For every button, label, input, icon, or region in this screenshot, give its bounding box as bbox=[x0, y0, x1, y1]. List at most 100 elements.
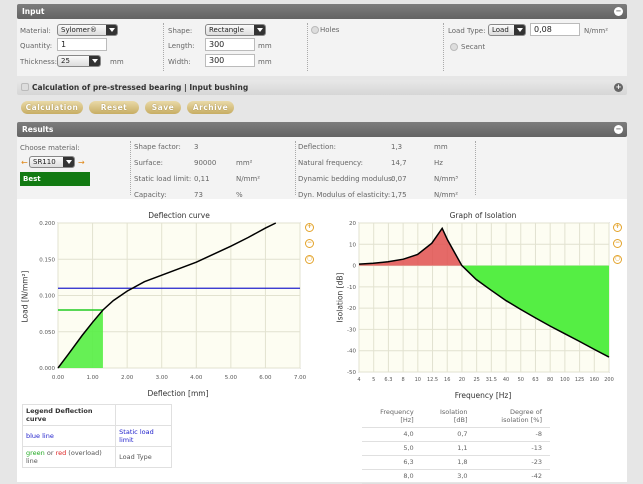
x-tick-label: 25 bbox=[473, 377, 479, 383]
deflection-xlabel: Deflection [mm] bbox=[147, 389, 209, 398]
table-cell: -23 bbox=[475, 455, 550, 470]
zoom-in-icon[interactable]: + bbox=[305, 223, 314, 232]
y-tick-label: 20 bbox=[349, 221, 356, 227]
input-panel: Material: Sylomer® Quantity: 1 Thickness… bbox=[17, 19, 627, 76]
table-cell: -8 bbox=[475, 427, 550, 442]
deflection-chart: 0.00 1.00 2.00 3.00 4.00 5.00 6.00 7.00 0.000 0.0… bbox=[39, 221, 307, 381]
zoom-out-icon[interactable]: − bbox=[613, 239, 622, 248]
thickness-select[interactable]: 25 bbox=[57, 55, 101, 67]
divider bbox=[163, 23, 164, 71]
y-tick-label: -50 bbox=[347, 370, 356, 376]
x-tick-label: 7.00 bbox=[294, 375, 307, 381]
reset-zoom-icon[interactable]: ○ bbox=[613, 255, 622, 264]
table-cell: 3,0 bbox=[421, 469, 476, 484]
table-cell: -42 bbox=[475, 469, 550, 484]
x-tick-label: 5.00 bbox=[225, 375, 238, 381]
calculation-button[interactable]: Calculation bbox=[21, 101, 83, 114]
legend-title: Legend Deflection curve bbox=[21, 404, 117, 426]
arrow-left-icon[interactable]: ← bbox=[21, 158, 28, 167]
divider bbox=[443, 23, 444, 71]
x-tick-label: 5 bbox=[372, 377, 375, 383]
result-label: Dyn. Modulus of elasticity: bbox=[298, 191, 391, 199]
x-tick-label: 3.00 bbox=[156, 375, 169, 381]
load-unit: N/mm² bbox=[584, 27, 609, 35]
divider bbox=[295, 141, 296, 195]
table-header: Frequency [Hz] bbox=[362, 405, 422, 428]
holes-checkbox[interactable] bbox=[311, 26, 319, 34]
legend-load-line: green or red (overload) line bbox=[21, 446, 117, 468]
table-header: Degree of isolation [%] bbox=[475, 405, 550, 428]
result-value: 0,07 bbox=[391, 175, 407, 183]
choose-material-label: Choose material: bbox=[20, 144, 80, 152]
reset-zoom-icon[interactable]: ○ bbox=[305, 255, 314, 264]
expand-icon[interactable]: + bbox=[614, 83, 623, 92]
legend-or: or bbox=[44, 449, 56, 457]
result-value: 0,11 bbox=[194, 175, 210, 183]
best-badge: Best bbox=[20, 172, 90, 186]
result-unit: % bbox=[236, 191, 243, 199]
x-tick-label: 16 bbox=[444, 377, 450, 383]
zoom-in-icon[interactable]: + bbox=[613, 223, 622, 232]
table-header: Isolation [dB] bbox=[421, 405, 476, 428]
results-header[interactable]: Results − bbox=[17, 122, 627, 137]
result-label: Natural frequency: bbox=[298, 159, 364, 167]
result-material-select[interactable]: SR110 bbox=[29, 156, 75, 168]
prestress-checkbox[interactable] bbox=[21, 83, 29, 91]
secant-checkbox[interactable] bbox=[450, 43, 458, 51]
result-label: Capacity: bbox=[134, 191, 167, 199]
table-cell: 8,0 bbox=[362, 469, 422, 484]
chevron-down-icon bbox=[254, 25, 265, 35]
width-input[interactable]: 300 bbox=[205, 54, 255, 67]
quantity-input[interactable]: 1 bbox=[57, 38, 107, 51]
result-value: 1,75 bbox=[391, 191, 407, 199]
y-tick-label: 0.000 bbox=[39, 366, 55, 372]
load-type-select[interactable]: Load bbox=[488, 24, 526, 36]
material-label: Material: bbox=[20, 27, 51, 35]
shape-select[interactable]: Rectangle bbox=[205, 24, 266, 36]
length-input[interactable]: 300 bbox=[205, 38, 255, 51]
y-tick-label: 0.050 bbox=[39, 330, 55, 336]
zoom-out-icon[interactable]: − bbox=[305, 239, 314, 248]
results-title: Results bbox=[22, 125, 54, 134]
table-row: 5,0 1,1 -13 bbox=[362, 441, 550, 456]
archive-button[interactable]: Archive bbox=[187, 101, 234, 114]
legend-cell bbox=[115, 404, 172, 426]
result-unit: N/mm³ bbox=[434, 175, 459, 183]
result-value: 73 bbox=[194, 191, 203, 199]
material-select[interactable]: Sylomer® bbox=[57, 24, 118, 36]
y-tick-label: 0.200 bbox=[39, 221, 55, 227]
x-tick-label: 12.5 bbox=[427, 377, 438, 383]
width-label: Width: bbox=[168, 58, 191, 66]
length-unit: mm bbox=[258, 42, 272, 50]
reset-button[interactable]: Reset bbox=[89, 101, 139, 114]
x-tick-label: 2.00 bbox=[121, 375, 134, 381]
result-unit: N/mm² bbox=[434, 191, 459, 199]
x-tick-label: 160 bbox=[590, 377, 600, 383]
y-tick-label: -30 bbox=[347, 327, 356, 333]
load-type-label: Load Type: bbox=[448, 27, 486, 35]
thickness-unit: mm bbox=[110, 58, 124, 66]
prestress-label: Calculation of pre-stressed bearing | In… bbox=[32, 83, 249, 92]
x-tick-label: 80 bbox=[547, 377, 553, 383]
y-tick-label: 10 bbox=[349, 242, 356, 248]
load-input[interactable]: 0,08 bbox=[530, 23, 580, 36]
prestress-bar[interactable]: Calculation of pre-stressed bearing | In… bbox=[17, 80, 627, 95]
legend-green: green bbox=[26, 449, 45, 457]
collapse-icon[interactable]: − bbox=[614, 7, 623, 16]
table-cell: 0,7 bbox=[421, 427, 476, 442]
legend-blue-line: blue line bbox=[21, 425, 117, 447]
input-header[interactable]: Input − bbox=[17, 4, 627, 19]
result-material-value: SR110 bbox=[33, 158, 56, 166]
result-unit: mm² bbox=[236, 159, 253, 167]
collapse-icon[interactable]: − bbox=[614, 125, 623, 134]
save-button[interactable]: Save bbox=[145, 101, 181, 114]
x-tick-label: 1.00 bbox=[86, 375, 99, 381]
result-unit: N/mm² bbox=[236, 175, 261, 183]
table-cell: 1,1 bbox=[421, 441, 476, 456]
length-label: Length: bbox=[168, 42, 195, 50]
y-tick-label: -20 bbox=[347, 306, 356, 312]
x-tick-label: 6.00 bbox=[259, 375, 272, 381]
result-value: 1,3 bbox=[391, 143, 403, 151]
arrow-right-icon[interactable]: → bbox=[78, 158, 85, 167]
y-tick-label: 0.150 bbox=[39, 257, 55, 263]
